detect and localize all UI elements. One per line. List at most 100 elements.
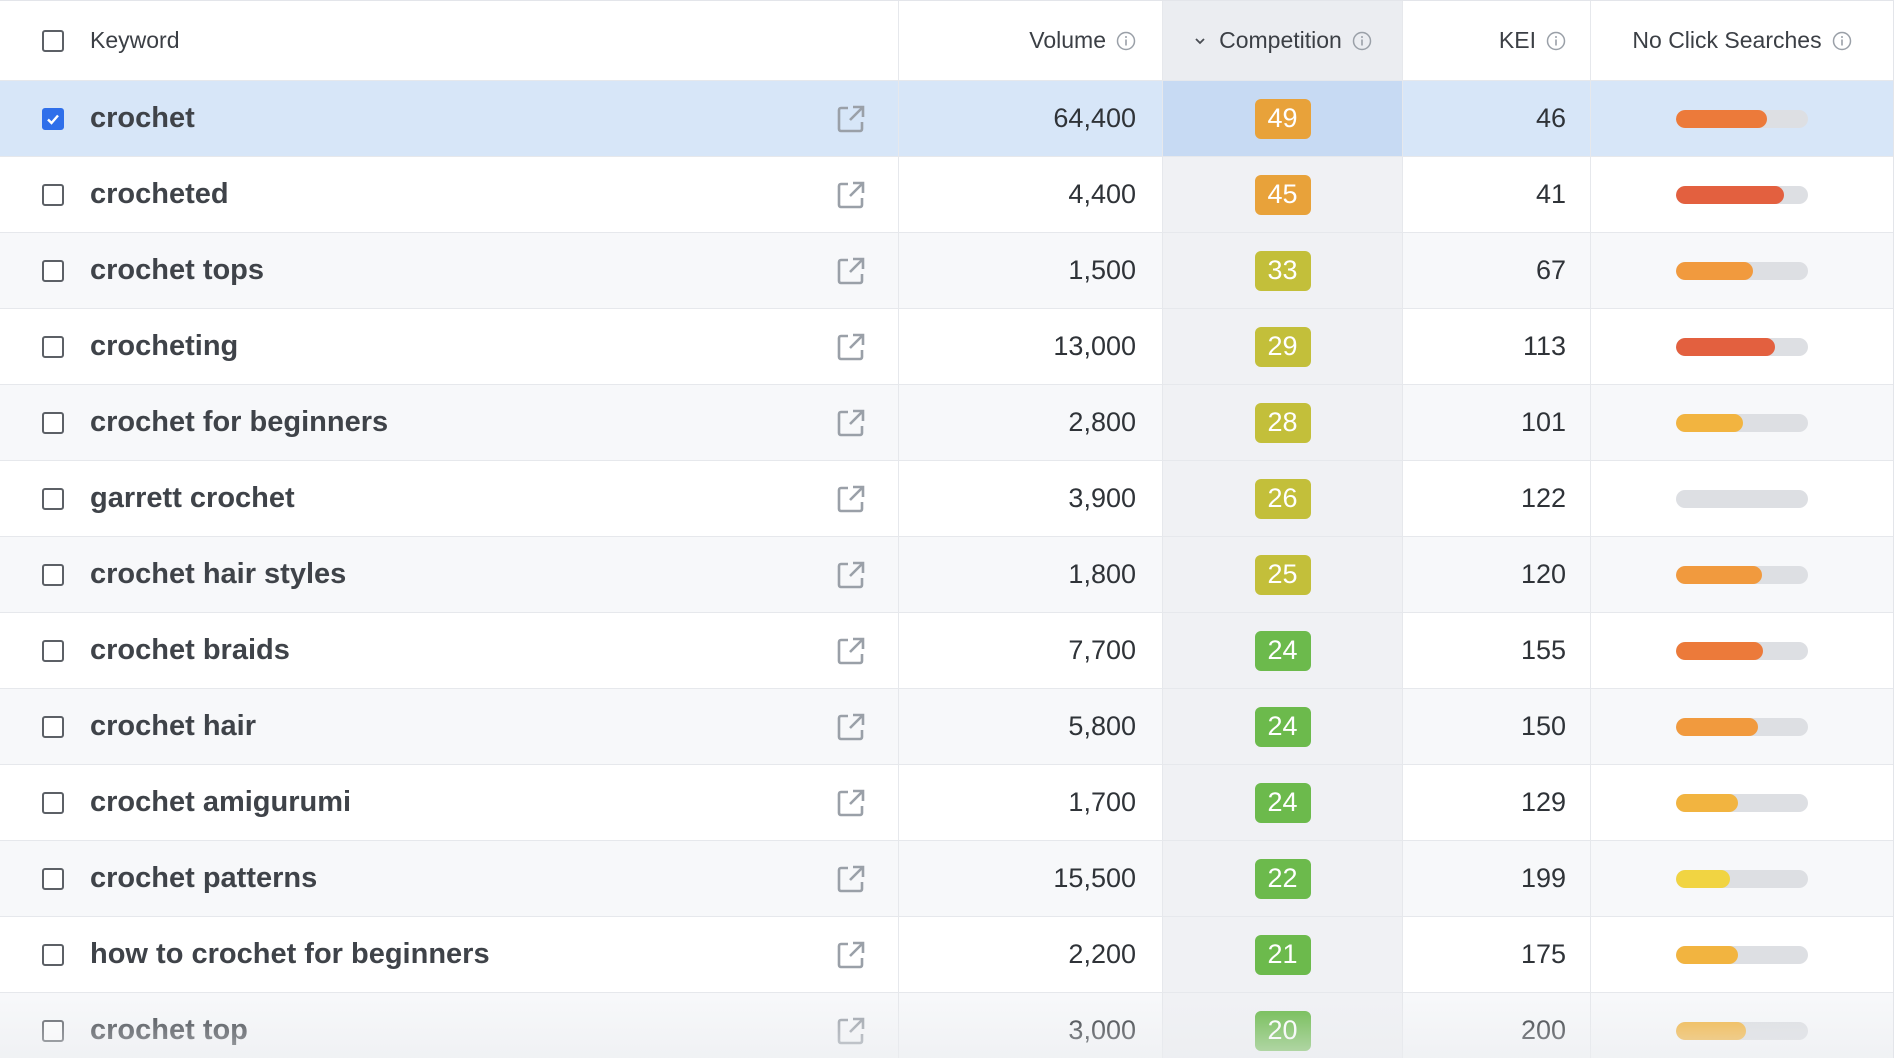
keyword-cell: crocheted bbox=[0, 157, 899, 232]
keyword-text[interactable]: crochet amigurumi bbox=[90, 786, 834, 819]
row-checkbox[interactable] bbox=[42, 1019, 64, 1042]
competition-badge: 24 bbox=[1254, 782, 1311, 823]
kei-value: 120 bbox=[1520, 559, 1566, 589]
competition-cell: 20 bbox=[1163, 993, 1403, 1058]
table-row[interactable]: crocheted 4,400 45 41 bbox=[0, 157, 1893, 233]
competition-badge: 45 bbox=[1254, 174, 1311, 215]
table-row[interactable]: crochet for beginners 2,800 28 101 bbox=[0, 385, 1893, 461]
external-link-icon[interactable] bbox=[834, 330, 868, 364]
competition-cell: 49 bbox=[1163, 81, 1403, 156]
info-icon[interactable] bbox=[1832, 31, 1852, 51]
competition-header-cell[interactable]: Competition bbox=[1163, 1, 1403, 80]
external-link-icon[interactable] bbox=[834, 710, 868, 744]
competition-badge: 28 bbox=[1254, 402, 1311, 443]
volume-column-header[interactable]: Volume bbox=[1029, 27, 1106, 54]
no-click-bar bbox=[1676, 641, 1808, 660]
kei-cell: 200 bbox=[1403, 993, 1591, 1058]
keyword-text[interactable]: crocheted bbox=[90, 178, 834, 211]
keyword-text[interactable]: crochet for beginners bbox=[90, 406, 834, 439]
no-click-bar-fill bbox=[1676, 337, 1775, 356]
table-row[interactable]: how to crochet for beginners 2,200 21 17… bbox=[0, 917, 1893, 993]
keyword-text[interactable]: garrett crochet bbox=[90, 482, 834, 515]
kei-cell: 150 bbox=[1403, 689, 1591, 764]
table-row[interactable]: crochet hair styles 1,800 25 120 bbox=[0, 537, 1893, 613]
info-icon[interactable] bbox=[1116, 31, 1136, 51]
external-link-icon[interactable] bbox=[834, 1014, 868, 1048]
keyword-cell: crocheting bbox=[0, 309, 899, 384]
checkmark-icon bbox=[47, 114, 59, 125]
row-checkbox[interactable] bbox=[42, 639, 64, 662]
table-row[interactable]: crochet amigurumi 1,700 24 129 bbox=[0, 765, 1893, 841]
volume-cell: 4,400 bbox=[899, 157, 1163, 232]
kei-value: 150 bbox=[1520, 711, 1566, 741]
volume-value: 1,800 bbox=[1068, 559, 1136, 589]
row-checkbox[interactable] bbox=[42, 791, 64, 814]
row-checkbox[interactable] bbox=[42, 487, 64, 510]
table-row[interactable]: garrett crochet 3,900 26 122 bbox=[0, 461, 1893, 537]
external-link-icon[interactable] bbox=[834, 102, 868, 136]
table-row[interactable]: crocheting 13,000 29 113 bbox=[0, 309, 1893, 385]
table-row[interactable]: crochet patterns 15,500 22 199 bbox=[0, 841, 1893, 917]
kei-cell: 113 bbox=[1403, 309, 1591, 384]
volume-header-cell[interactable]: Volume bbox=[899, 1, 1163, 80]
kei-header-cell[interactable]: KEI bbox=[1403, 1, 1591, 80]
no-click-bar-fill bbox=[1676, 869, 1731, 888]
competition-cell: 24 bbox=[1163, 613, 1403, 688]
table-row[interactable]: crochet braids 7,700 24 155 bbox=[0, 613, 1893, 689]
competition-column-header[interactable]: Competition bbox=[1219, 27, 1342, 54]
external-link-icon[interactable] bbox=[834, 482, 868, 516]
table-row[interactable]: crochet tops 1,500 33 67 bbox=[0, 233, 1893, 309]
competition-badge: 25 bbox=[1254, 554, 1311, 595]
competition-cell: 26 bbox=[1163, 461, 1403, 536]
info-icon[interactable] bbox=[1546, 31, 1566, 51]
table-row[interactable]: crochet 64,400 49 46 bbox=[0, 81, 1893, 157]
row-checkbox[interactable] bbox=[42, 107, 64, 130]
row-checkbox[interactable] bbox=[42, 563, 64, 586]
keyword-text[interactable]: crochet braids bbox=[90, 634, 834, 667]
row-checkbox[interactable] bbox=[42, 259, 64, 282]
external-link-icon[interactable] bbox=[834, 634, 868, 668]
kei-cell: 122 bbox=[1403, 461, 1591, 536]
no-click-header-cell[interactable]: No Click Searches bbox=[1591, 1, 1893, 80]
volume-cell: 1,500 bbox=[899, 233, 1163, 308]
no-click-bar bbox=[1676, 337, 1808, 356]
keyword-column-header[interactable]: Keyword bbox=[90, 27, 179, 54]
row-checkbox[interactable] bbox=[42, 183, 64, 206]
volume-value: 4,400 bbox=[1068, 179, 1136, 209]
keyword-text[interactable]: crochet patterns bbox=[90, 862, 834, 895]
keyword-text[interactable]: crochet bbox=[90, 102, 834, 135]
row-checkbox[interactable] bbox=[42, 943, 64, 966]
no-click-bar bbox=[1676, 261, 1808, 280]
external-link-icon[interactable] bbox=[834, 254, 868, 288]
no-click-bar bbox=[1676, 413, 1808, 432]
kei-column-header[interactable]: KEI bbox=[1499, 27, 1536, 54]
row-checkbox[interactable] bbox=[42, 411, 64, 434]
row-checkbox[interactable] bbox=[42, 715, 64, 738]
keyword-text[interactable]: crochet hair bbox=[90, 710, 834, 743]
competition-badge: 24 bbox=[1254, 630, 1311, 671]
keyword-text[interactable]: how to crochet for beginners bbox=[90, 938, 834, 971]
external-link-icon[interactable] bbox=[834, 786, 868, 820]
no-click-bar-fill bbox=[1676, 945, 1739, 964]
external-link-icon[interactable] bbox=[834, 938, 868, 972]
no-click-column-header[interactable]: No Click Searches bbox=[1632, 27, 1821, 54]
external-link-icon[interactable] bbox=[834, 558, 868, 592]
table-row[interactable]: crochet top 3,000 20 200 bbox=[0, 993, 1893, 1058]
keyword-cell: crochet bbox=[0, 81, 899, 156]
kei-cell: 199 bbox=[1403, 841, 1591, 916]
row-checkbox[interactable] bbox=[42, 867, 64, 890]
no-click-cell bbox=[1591, 461, 1893, 536]
row-checkbox[interactable] bbox=[42, 335, 64, 358]
no-click-bar bbox=[1676, 793, 1808, 812]
external-link-icon[interactable] bbox=[834, 406, 868, 440]
select-all-checkbox[interactable] bbox=[42, 29, 64, 52]
keyword-text[interactable]: crochet tops bbox=[90, 254, 834, 287]
info-icon[interactable] bbox=[1352, 31, 1372, 51]
volume-cell: 1,700 bbox=[899, 765, 1163, 840]
keyword-text[interactable]: crochet top bbox=[90, 1014, 834, 1047]
keyword-text[interactable]: crochet hair styles bbox=[90, 558, 834, 591]
external-link-icon[interactable] bbox=[834, 862, 868, 896]
keyword-text[interactable]: crocheting bbox=[90, 330, 834, 363]
table-row[interactable]: crochet hair 5,800 24 150 bbox=[0, 689, 1893, 765]
external-link-icon[interactable] bbox=[834, 178, 868, 212]
